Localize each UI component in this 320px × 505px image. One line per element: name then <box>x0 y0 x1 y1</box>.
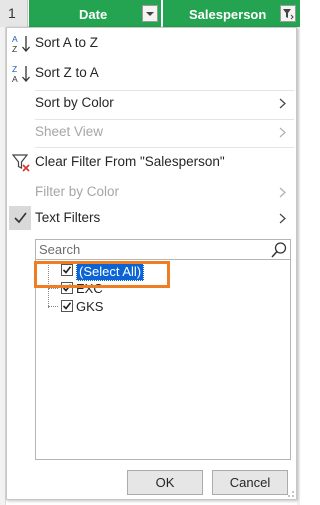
resize-grip-icon[interactable] <box>287 490 295 498</box>
column-header-date[interactable]: Date <box>29 0 162 27</box>
search-input[interactable] <box>36 240 266 259</box>
menu-item-sort-by-color[interactable]: Sort by Color <box>7 89 296 117</box>
menu-item-label: Sort A to Z <box>35 35 99 50</box>
menu-item-filter-by-color: Filter by Color <box>7 178 296 206</box>
checkmark-icon <box>11 208 31 228</box>
chevron-right-icon <box>279 187 286 198</box>
chevron-right-icon <box>279 213 286 224</box>
clear-filter-icon <box>11 152 31 172</box>
list-item-label: GKS <box>76 299 104 314</box>
menu-item-text-filters[interactable]: Text Filters <box>7 204 296 232</box>
tree-connector <box>48 306 58 307</box>
sort-a-to-z-icon: A Z <box>11 33 31 54</box>
filter-active-icon <box>283 9 294 20</box>
date-filter-dropdown-button[interactable] <box>142 5 158 22</box>
tree-connector <box>48 288 58 289</box>
ok-button[interactable]: OK <box>127 470 203 495</box>
column-title-date: Date <box>79 7 108 22</box>
sort-z-to-a-icon: Z A <box>11 63 31 84</box>
sheet-header-row: 1 Date Salesperson <box>0 0 300 27</box>
svg-text:Z: Z <box>12 44 17 54</box>
menu-item-sheet-view: Sheet View <box>7 118 296 146</box>
svg-text:A: A <box>12 34 18 44</box>
menu-item-clear-filter[interactable]: Clear Filter From "Salesperson" <box>7 148 296 176</box>
menu-item-label: Text Filters <box>35 210 101 225</box>
menu-item-label: Filter by Color <box>35 184 120 199</box>
menu-item-label: Sort by Color <box>35 95 114 110</box>
row-number: 1 <box>0 0 28 27</box>
highlight-annotation-box <box>34 261 170 288</box>
menu-item-sort-z-to-a[interactable]: Z A Sort Z to A <box>7 59 296 87</box>
svg-text:Z: Z <box>12 64 17 74</box>
column-header-salesperson[interactable]: Salesperson <box>163 0 300 27</box>
cancel-button[interactable]: Cancel <box>212 470 288 495</box>
grid-background-right <box>297 27 300 505</box>
chevron-down-icon <box>146 12 154 16</box>
menu-item-label: Sheet View <box>35 124 104 139</box>
chevron-right-icon <box>279 98 286 109</box>
checkbox-checked[interactable] <box>61 300 73 312</box>
menu-item-label: Clear Filter From "Salesperson" <box>35 154 225 169</box>
checkmark-icon <box>62 302 72 310</box>
column-title-salesperson: Salesperson <box>189 7 267 22</box>
search-box[interactable] <box>35 239 291 260</box>
menu-item-label: Sort Z to A <box>35 65 99 80</box>
search-icon <box>271 242 287 258</box>
filter-value-list: (Select All) EXC GKS <box>35 260 291 460</box>
chevron-right-icon <box>279 127 286 138</box>
svg-text:A: A <box>12 74 18 84</box>
salesperson-filter-button[interactable] <box>280 5 296 22</box>
menu-item-sort-a-to-z[interactable]: A Z Sort A to Z <box>7 29 296 57</box>
